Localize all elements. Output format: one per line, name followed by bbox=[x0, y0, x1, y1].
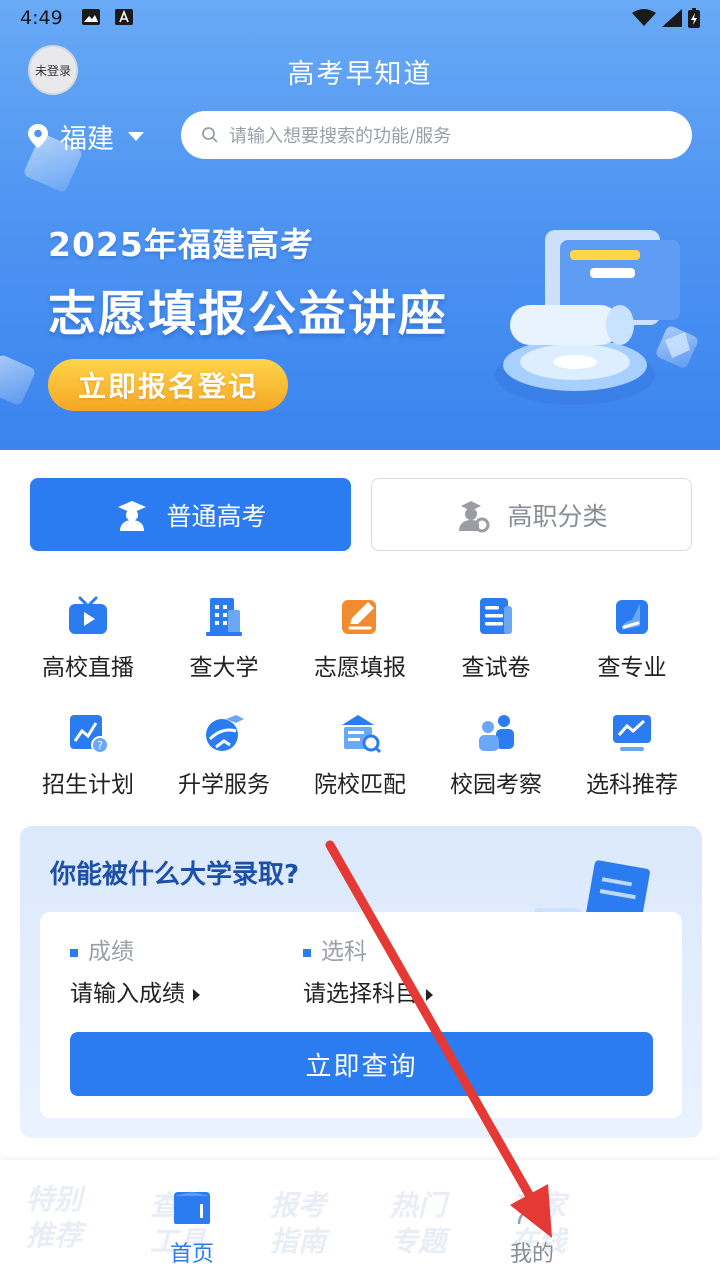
graduate-gear-icon bbox=[459, 500, 490, 532]
ghost-tab-topics[interactable]: 热门 专题 bbox=[390, 1188, 446, 1260]
ghost-tab-special[interactable]: 特别 推荐 bbox=[26, 1182, 82, 1254]
card-title: 你能被什么大学录取? bbox=[50, 860, 300, 890]
banner-headline: 志愿填报公益讲座 bbox=[48, 286, 449, 342]
wifi-icon bbox=[632, 9, 656, 26]
score-label: 成绩 bbox=[70, 932, 134, 966]
feature-label: 校园考察 bbox=[450, 772, 542, 798]
app-title: 高考早知道 bbox=[287, 59, 433, 90]
search-icon bbox=[202, 127, 218, 143]
feature-campus-visit[interactable]: 校园考察 bbox=[428, 711, 564, 799]
caret-right-icon bbox=[193, 988, 200, 1001]
status-right bbox=[632, 8, 700, 28]
svg-text:?: ? bbox=[97, 739, 103, 752]
feature-label: 院校匹配 bbox=[314, 772, 406, 798]
subject-label-text: 选科 bbox=[321, 939, 367, 965]
school-search-icon bbox=[342, 715, 382, 754]
feature-label: 高校直播 bbox=[42, 655, 134, 681]
feature-subject-recommend[interactable]: 选科推荐 bbox=[564, 711, 700, 799]
decor-cube bbox=[0, 353, 37, 407]
location-pin-icon bbox=[28, 124, 48, 148]
font-notification-icon bbox=[115, 9, 133, 25]
trend-monitor-icon bbox=[613, 715, 651, 751]
feature-label: 志愿填报 bbox=[314, 655, 406, 681]
user-icon bbox=[517, 1193, 547, 1225]
document-icon bbox=[480, 598, 512, 634]
query-button[interactable]: 立即查询 bbox=[70, 1032, 653, 1096]
card-form: 成绩 请输入成绩 选科 请选择科目 立即查询 bbox=[40, 912, 682, 1118]
tv-play-icon bbox=[69, 596, 107, 634]
nav-mine[interactable]: 我的 bbox=[490, 1190, 574, 1268]
banner-subtitle: 2025年福建高考 bbox=[48, 225, 314, 264]
search-placeholder: 请输入想要搜索的功能/服务 bbox=[229, 126, 452, 147]
nav-home-label: 首页 bbox=[169, 1242, 214, 1267]
subject-label: 选科 bbox=[303, 932, 367, 966]
location-label: 福建 bbox=[60, 123, 114, 155]
tab-general-exam[interactable]: 普通高考 bbox=[30, 478, 351, 551]
pencil-form-icon bbox=[342, 600, 376, 634]
ghost-tab-guide[interactable]: 报考 指南 bbox=[270, 1188, 326, 1260]
bottom-nav: 特别推荐 查找工具 报考指南 热门专题 专家在线 首页 我的 bbox=[0, 1160, 720, 1280]
feature-find-major[interactable]: 查专业 bbox=[564, 594, 700, 682]
feature-exam-papers[interactable]: 查试卷 bbox=[428, 594, 564, 682]
graduation-globe-icon bbox=[206, 715, 244, 751]
bullet-square bbox=[303, 948, 311, 957]
feature-find-university[interactable]: 查大学 bbox=[156, 594, 292, 682]
feature-label: 升学服务 bbox=[178, 772, 270, 798]
home-icon bbox=[174, 1192, 210, 1224]
chevron-down-icon bbox=[128, 131, 144, 141]
chart-question-icon: ? bbox=[70, 715, 109, 754]
feature-label: 查大学 bbox=[189, 655, 259, 681]
feature-campus-live[interactable]: 高校直播 bbox=[20, 594, 156, 682]
caret-right-icon bbox=[426, 988, 433, 1001]
signal-icon bbox=[662, 9, 682, 27]
subject-value: 请选择科目 bbox=[303, 981, 418, 1007]
search-input[interactable]: 请输入想要搜索的功能/服务 bbox=[181, 111, 692, 159]
feature-label: 查专业 bbox=[597, 655, 667, 681]
admission-predictor-card: 你能被什么大学录取? 成绩 请输入成绩 选科 请选择科目 立即查询 bbox=[20, 826, 702, 1138]
building-icon bbox=[206, 598, 242, 636]
tab-label: 普通高考 bbox=[166, 501, 267, 531]
feature-label: 查试卷 bbox=[461, 655, 531, 681]
people-icon bbox=[479, 715, 514, 751]
feature-enrollment-plan[interactable]: ? 招生计划 bbox=[20, 711, 156, 799]
register-button[interactable]: 立即报名登记 bbox=[48, 359, 288, 411]
status-bar: 4:49 bbox=[0, 0, 720, 36]
bullet-square bbox=[70, 948, 78, 957]
battery-icon bbox=[688, 8, 700, 28]
score-input[interactable]: 请输入成绩 bbox=[70, 974, 200, 1008]
image-notification-icon bbox=[82, 9, 100, 25]
nav-mine-label: 我的 bbox=[509, 1242, 554, 1267]
nav-home[interactable]: 首页 bbox=[150, 1190, 234, 1268]
score-label-text: 成绩 bbox=[88, 939, 134, 965]
subject-select[interactable]: 请选择科目 bbox=[303, 974, 433, 1008]
feature-admission-service[interactable]: 升学服务 bbox=[156, 711, 292, 799]
feature-application-fill[interactable]: 志愿填报 bbox=[292, 594, 428, 682]
feature-label: 选科推荐 bbox=[586, 772, 678, 798]
status-time: 4:49 bbox=[20, 7, 63, 29]
location-selector[interactable]: 福建 bbox=[28, 116, 144, 156]
tab-label: 高职分类 bbox=[507, 501, 608, 531]
feature-label: 招生计划 bbox=[42, 772, 134, 798]
score-value: 请输入成绩 bbox=[70, 981, 185, 1007]
feature-school-match[interactable]: 院校匹配 bbox=[292, 711, 428, 799]
graduate-icon bbox=[118, 500, 147, 531]
banner-illustration bbox=[495, 230, 690, 405]
header-banner: 4:49 未登录 高考早知道 福建 请输入想要搜索的功能/服务 2025年福建高… bbox=[0, 0, 720, 450]
tab-vocational-exam[interactable]: 高职分类 bbox=[371, 478, 692, 551]
book-icon bbox=[616, 600, 648, 634]
